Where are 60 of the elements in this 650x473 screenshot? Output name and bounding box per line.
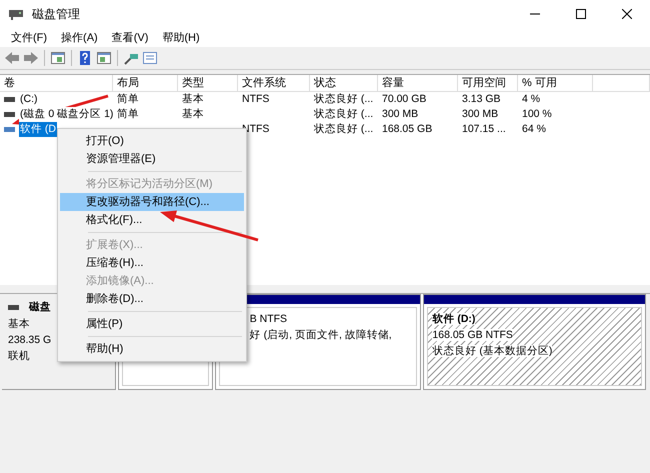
- column-header[interactable]: 容量: [378, 75, 458, 91]
- column-header[interactable]: 文件系统: [238, 75, 310, 91]
- partition-info: 好 (启动, 页面文件, 故障转储,: [250, 329, 392, 341]
- table-cell-text: 107.15 ...: [461, 122, 507, 137]
- table-cell-text: 4 %: [521, 92, 542, 107]
- volume-icon: [4, 127, 15, 132]
- volume-name[interactable]: 软件 (D: [19, 122, 57, 137]
- window-title: 磁盘管理: [32, 6, 81, 22]
- table-cell-text: 64 %: [521, 122, 547, 137]
- list-icon[interactable]: [142, 50, 158, 66]
- back-arrow-icon[interactable]: [4, 50, 20, 66]
- disk-drive-icon: [8, 7, 24, 21]
- column-header[interactable]: 卷: [0, 75, 113, 91]
- panel-icon[interactable]: [50, 50, 66, 66]
- table-cell-text: 300 MB: [381, 107, 420, 122]
- menu-item[interactable]: 查看(V): [104, 30, 156, 45]
- column-header[interactable]: % 可用: [518, 75, 593, 91]
- partition-info: 状态良好 (基本数据分区): [432, 345, 552, 357]
- menu-item[interactable]: 操作(A): [54, 30, 105, 45]
- forward-arrow-icon[interactable]: [23, 50, 39, 66]
- menu-item[interactable]: 帮助(H): [155, 30, 207, 45]
- column-header[interactable]: 类型: [178, 75, 238, 91]
- help-icon[interactable]: [77, 50, 93, 66]
- partition-block[interactable]: 软件 (D:) 168.05 GB NTFS 状态良好 (基本数据分区): [423, 294, 646, 390]
- table-cell-text: 300 MB: [461, 107, 500, 122]
- menu-item[interactable]: 格式化(F)...: [60, 211, 244, 229]
- table-cell-text: NTFS: [241, 92, 270, 107]
- menu-item[interactable]: 资源管理器(E): [60, 150, 244, 168]
- column-header[interactable]: 可用空间: [458, 75, 518, 91]
- table-cell-text: 状态良好 (...: [313, 122, 374, 137]
- menu-item[interactable]: 文件(F): [4, 30, 54, 45]
- table-cell-text: 简单: [116, 92, 140, 107]
- panel-icon[interactable]: [96, 50, 112, 66]
- table-cell-text: 168.05 GB: [381, 122, 434, 137]
- table-cell-text: 基本: [181, 107, 205, 122]
- volume-name[interactable]: (磁盘 0 磁盘分区 1): [19, 107, 114, 122]
- disk-size: 238.35 G: [8, 334, 52, 346]
- table-cell-text: 3.13 GB: [461, 92, 502, 107]
- table-cell-text: 100 %: [521, 107, 553, 122]
- table-cell-text: 状态良好 (...: [313, 92, 374, 107]
- disk-type: 基本: [8, 318, 30, 330]
- menu-item[interactable]: 打开(O): [60, 132, 244, 150]
- volume-icon: [4, 97, 15, 102]
- table-cell-text: 70.00 GB: [381, 92, 428, 107]
- close-icon: [622, 9, 632, 19]
- partition-info: 168.05 GB NTFS: [432, 329, 513, 341]
- column-header[interactable]: 布局: [113, 75, 178, 91]
- disk-status: 联机: [8, 350, 30, 362]
- maximize-icon: [576, 9, 586, 19]
- column-header[interactable]: 状态: [310, 75, 378, 91]
- table-cell-text: 简单: [116, 107, 140, 122]
- volume-icon: [4, 112, 15, 117]
- table-cell-text: 状态良好 (...: [313, 107, 374, 122]
- menu-item[interactable]: 更改驱动器号和路径(C)...: [60, 193, 244, 211]
- partition-info: B NTFS: [250, 313, 288, 325]
- menu-item[interactable]: 压缩卷(H)...: [60, 254, 244, 272]
- disk-name: 磁盘: [29, 300, 51, 314]
- partition-title: 软件 (D:): [432, 313, 476, 325]
- volume-name[interactable]: (C:): [19, 92, 38, 107]
- table-cell-text: 基本: [181, 92, 205, 107]
